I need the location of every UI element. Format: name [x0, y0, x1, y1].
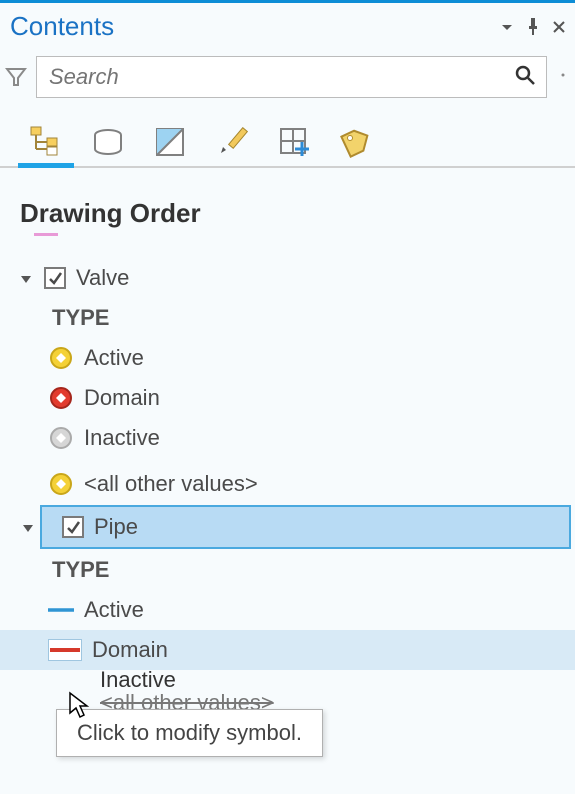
class-label: Active	[84, 597, 567, 623]
symbol-class-domain[interactable]: Domain	[0, 630, 575, 670]
symbology-field-heading[interactable]: TYPE	[0, 298, 575, 338]
class-label: I‌‌‌n‌a‌c‌t‌i‌v‌e	[100, 670, 567, 690]
list-by-editing-tab[interactable]	[208, 118, 256, 166]
drawing-order-tab[interactable]	[22, 118, 70, 166]
layer-tree: Valve TYPE Active Domain Inactive	[0, 258, 575, 716]
list-by-selection-tab[interactable]	[146, 118, 194, 166]
symbol-class-other[interactable]: <all other values>	[0, 464, 575, 504]
pin-button[interactable]	[523, 17, 543, 37]
layer-item-valve[interactable]: Valve	[0, 258, 575, 298]
symbol-class-inactive[interactable]: Inactive	[0, 418, 575, 458]
point-symbol-yellow-icon[interactable]	[48, 471, 74, 497]
panel-options-button[interactable]	[497, 17, 517, 37]
symbol-class-domain[interactable]: Domain	[0, 378, 575, 418]
symbol-class-active[interactable]: Active	[0, 590, 575, 630]
search-icon[interactable]	[514, 64, 536, 91]
class-label: <all other values>	[84, 471, 567, 497]
class-label: Domain	[84, 385, 567, 411]
class-label: Domain	[92, 637, 567, 663]
class-label: Inactive	[84, 425, 567, 451]
list-by-labeling-tab[interactable]	[332, 118, 380, 166]
list-by-source-tab[interactable]	[84, 118, 132, 166]
point-symbol-yellow-icon[interactable]	[48, 345, 74, 371]
section-heading: Drawing Order	[0, 168, 575, 233]
point-symbol-red-icon[interactable]	[48, 385, 74, 411]
line-symbol-red-icon[interactable]	[48, 639, 82, 661]
point-symbol-grey-icon[interactable]	[48, 425, 74, 451]
line-symbol-blue-icon[interactable]	[48, 597, 74, 623]
view-tabs	[0, 114, 575, 168]
layer-item-pipe[interactable]: Pipe	[40, 505, 571, 549]
layer-label: Valve	[76, 265, 567, 291]
symbology-field-heading[interactable]: TYPE	[0, 550, 575, 590]
filter-icon[interactable]	[4, 65, 28, 89]
layer-visibility-checkbox[interactable]	[44, 267, 66, 289]
symbol-class-inactive[interactable]: I‌‌‌n‌a‌c‌t‌i‌v‌e	[0, 670, 575, 690]
layer-visibility-checkbox[interactable]	[62, 516, 84, 538]
search-dropdown-button[interactable]	[555, 67, 571, 88]
class-label: Active	[84, 345, 567, 371]
map-frame-indicator	[34, 233, 58, 236]
symbol-class-active[interactable]: Active	[0, 338, 575, 378]
tooltip: Click to modify symbol.	[56, 709, 323, 757]
expand-toggle[interactable]	[20, 265, 34, 291]
layer-label: Pipe	[94, 514, 561, 540]
list-by-snapping-tab[interactable]	[270, 118, 318, 166]
search-input[interactable]	[47, 63, 514, 91]
panel-titlebar: Contents	[0, 3, 575, 56]
search-box[interactable]	[36, 56, 547, 98]
panel-title: Contents	[10, 11, 114, 42]
expand-toggle[interactable]	[22, 514, 36, 540]
close-button[interactable]	[549, 17, 569, 37]
